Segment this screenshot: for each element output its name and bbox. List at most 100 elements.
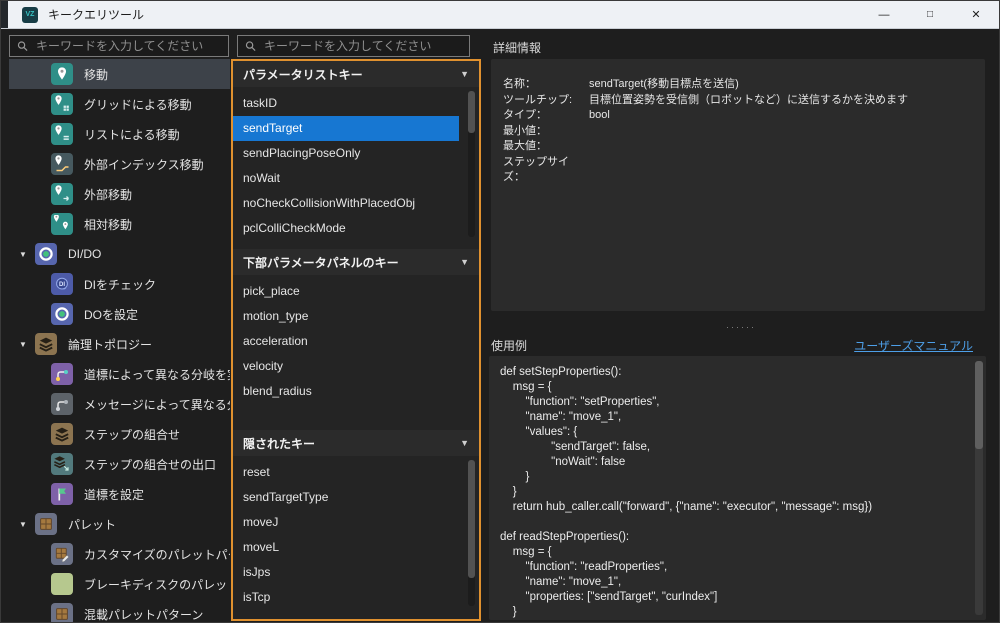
key-item[interactable]: isJps (233, 560, 459, 585)
key-item[interactable]: pick_place (233, 279, 459, 304)
key-item[interactable]: blend_radius (233, 379, 459, 404)
key-item[interactable]: moveL (233, 535, 459, 560)
sidebar-search[interactable] (9, 35, 229, 57)
keys-search-input[interactable] (262, 38, 462, 54)
section-header[interactable]: 下部パラメータパネルのキー▼ (233, 249, 479, 275)
detail-field-label: タイプ： (503, 108, 589, 124)
window-controls: — □ ✕ (861, 1, 999, 28)
window-title: キークエリツール (48, 6, 144, 23)
sidebar-item-label: ステップの組合せ (84, 426, 180, 443)
sidebar-search-input[interactable] (34, 38, 221, 54)
detail-row: ツールチップ:目標位置姿勢を受信側（ロボットなど）に送信するかを決めます (503, 93, 971, 109)
sidebar-item-label: ブレーキディスクのパレットパターン (84, 576, 230, 593)
sidebar-item[interactable]: ▼DI/DO (9, 239, 230, 269)
grid-move-icon (51, 93, 73, 115)
sidebar-item[interactable]: 道標によって異なる分岐を実行 (9, 359, 230, 389)
detail-field-value: sendTarget(移動目標点を送信) (589, 77, 971, 93)
sidebar-item[interactable]: ステップの組合せの出口 (9, 449, 230, 479)
key-item[interactable]: pclColliCheckMode (233, 216, 459, 241)
sidebar-item[interactable]: DI DIをチェック (9, 269, 230, 299)
user-manual-link[interactable]: ユーザーズマニュアル (854, 337, 973, 354)
list-scrollbar-thumb[interactable] (468, 91, 475, 133)
key-item[interactable]: noWait (233, 166, 459, 191)
sidebar-item[interactable]: 外部移動 (9, 179, 230, 209)
sidebar-item[interactable]: カスタマイズのパレットパターン (9, 539, 230, 569)
close-button[interactable]: ✕ (953, 1, 999, 28)
detail-field-label: 最小値： (503, 124, 589, 140)
code-scrollbar[interactable] (975, 361, 983, 615)
do-set-icon (51, 303, 73, 325)
sidebar-item[interactable]: ステップの組合せ (9, 419, 230, 449)
detail-row: 最小値： (503, 124, 971, 140)
search-icon (17, 40, 28, 52)
sidebar-item[interactable]: リストによる移動 (9, 119, 230, 149)
section-header[interactable]: 隠されたキー▼ (233, 430, 479, 456)
di-do-icon (35, 243, 57, 265)
minimize-button[interactable]: — (861, 1, 907, 28)
expand-caret-icon[interactable]: ▼ (19, 250, 35, 259)
sidebar-item[interactable]: 相対移動 (9, 209, 230, 239)
window-titlebar: VZ キークエリツール — □ ✕ (1, 1, 999, 29)
list-scrollbar[interactable] (468, 460, 475, 606)
sidebar-item-label: DOを設定 (84, 306, 138, 323)
key-item[interactable]: reset (233, 460, 459, 485)
sidebar-item[interactable]: ブレーキディスクのパレットパターン (9, 569, 230, 599)
code-scrollbar-thumb[interactable] (975, 361, 983, 449)
collapse-caret-icon[interactable]: ▼ (460, 438, 469, 448)
key-item[interactable]: velocity (233, 354, 459, 379)
external-index-move-icon (51, 153, 73, 175)
sidebar-item-label: DIをチェック (84, 276, 156, 293)
sidebar-item[interactable]: DOを設定 (9, 299, 230, 329)
drag-handle-dots (726, 324, 756, 330)
key-item[interactable]: moveJ (233, 510, 459, 535)
detail-field-value: bool (589, 108, 971, 124)
key-item[interactable]: taskID (233, 91, 459, 116)
usage-code: def setStepProperties(): msg = { "functi… (500, 365, 966, 620)
list-move-icon (51, 123, 73, 145)
sidebar-item-label: リストによる移動 (84, 126, 180, 143)
sidebar-item-label: メッセージによって異なる分岐を実行 (84, 396, 230, 413)
key-list: resetsendTargetTypemoveJmoveLisJpsisTcp (233, 456, 479, 619)
key-item[interactable]: sendPlacingPoseOnly (233, 141, 459, 166)
relative-move-icon (51, 213, 73, 235)
key-item[interactable]: acceleration (233, 329, 459, 354)
pallet-icon (35, 513, 57, 535)
key-item[interactable]: sendTarget (233, 116, 459, 141)
keys-search[interactable] (237, 35, 470, 57)
expand-caret-icon[interactable]: ▼ (19, 520, 35, 529)
sidebar-item[interactable]: ▼パレット (9, 509, 230, 539)
key-item[interactable]: sendTargetType (233, 485, 459, 510)
sidebar-item[interactable]: グリッドによる移動 (9, 89, 230, 119)
sidebar-item-label: 論理トポロジー (68, 336, 152, 353)
sidebar-item[interactable]: メッセージによって異なる分岐を実行 (9, 389, 230, 419)
usage-panel-title: 使用例 (491, 337, 527, 354)
key-item[interactable]: noCheckCollisionWithPlacedObj (233, 191, 459, 216)
sidebar-item[interactable]: ▼ 論理トポロジー (9, 329, 230, 359)
key-item[interactable]: motion_type (233, 304, 459, 329)
sidebar-tree: 移動グリッドによる移動リストによる移動外部インデックス移動外部移動相対移動▼DI… (9, 59, 230, 622)
detail-box: 名称：sendTarget(移動目標点を送信)ツールチップ:目標位置姿勢を受信側… (491, 59, 985, 311)
collapse-caret-icon[interactable]: ▼ (460, 257, 469, 267)
sidebar-item[interactable]: 移動 (9, 59, 230, 89)
expand-caret-icon[interactable]: ▼ (19, 340, 35, 349)
key-item[interactable]: isTcp (233, 585, 459, 610)
maximize-button[interactable]: □ (907, 1, 953, 28)
sidebar-item-label: 道標を設定 (84, 486, 144, 503)
sidebar-item-label: カスタマイズのパレットパターン (84, 546, 230, 563)
list-scrollbar-thumb[interactable] (468, 460, 475, 578)
panel-splitter[interactable] (483, 321, 999, 333)
key-list: taskIDsendTargetsendPlacingPoseOnlynoWai… (233, 87, 479, 249)
sidebar-item[interactable]: 混載パレットパターン (9, 599, 230, 622)
search-icon (245, 40, 256, 52)
detail-field-value (589, 139, 971, 155)
list-scrollbar[interactable] (468, 91, 475, 237)
sidebar-item[interactable]: 道標を設定 (9, 479, 230, 509)
waypoint-branch-icon (51, 363, 73, 385)
window-edge (1, 1, 8, 28)
collapse-caret-icon[interactable]: ▼ (460, 69, 469, 79)
detail-field-label: ツールチップ: (503, 93, 589, 109)
sidebar-item-label: 移動 (84, 66, 108, 83)
svg-text:DI: DI (59, 282, 65, 288)
section-header[interactable]: パラメータリストキー▼ (233, 61, 479, 87)
sidebar-item[interactable]: 外部インデックス移動 (9, 149, 230, 179)
